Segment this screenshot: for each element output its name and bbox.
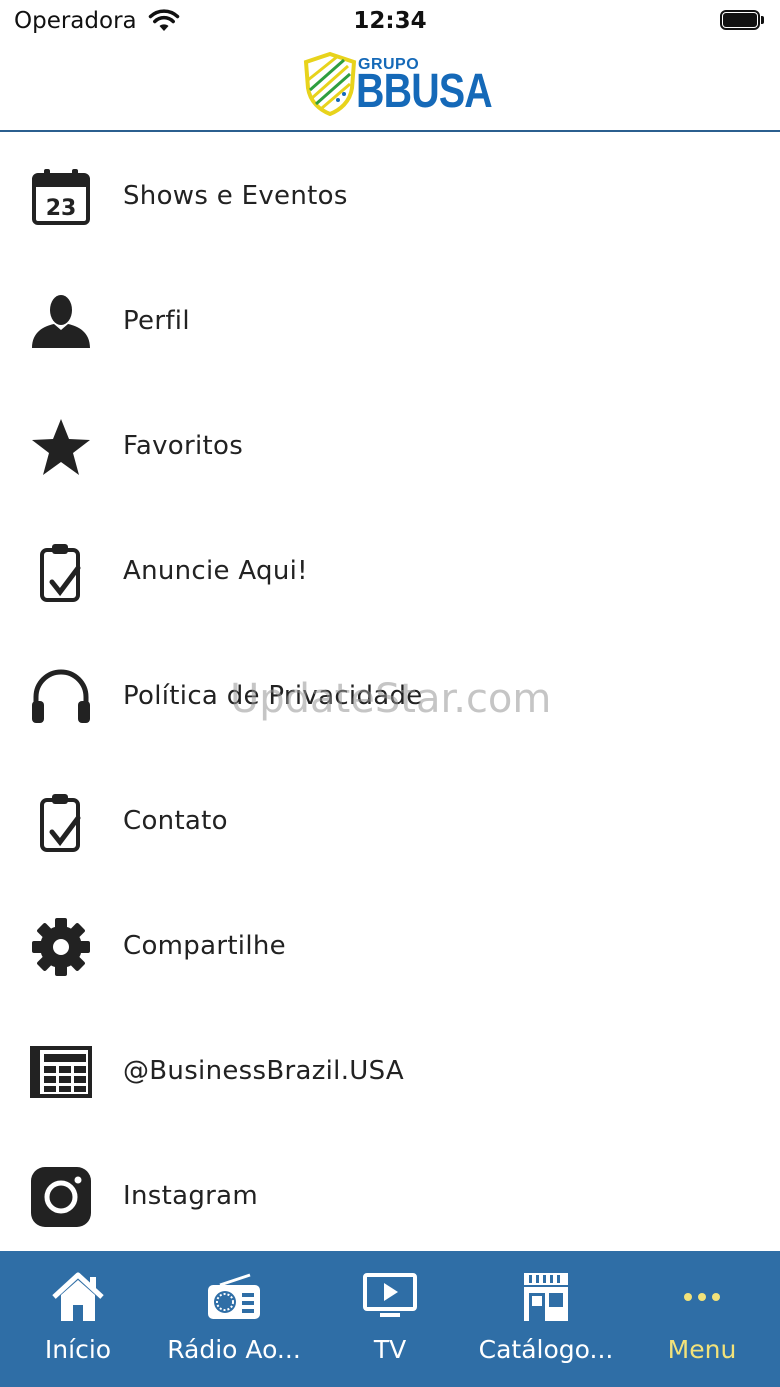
tab-label: Início: [44, 1335, 112, 1364]
tab-label: Menu: [667, 1335, 737, 1364]
menu-item-contato[interactable]: Contato: [0, 760, 780, 885]
menu-item-label: Política de Privacidade: [123, 681, 423, 711]
menu-item-favoritos[interactable]: Favoritos: [0, 385, 780, 510]
tab-label: TV: [373, 1335, 407, 1364]
menu-item-label: Favoritos: [123, 431, 244, 461]
shield-logo-icon: [303, 51, 357, 116]
menu-item-anuncie-aqui[interactable]: Anuncie Aqui!: [0, 510, 780, 635]
grupo-bbusa-logo: GRUPO BBUSA: [300, 50, 493, 122]
menu-item-label: @BusinessBrazil.USA: [123, 1056, 404, 1086]
tab-inicio[interactable]: Início: [0, 1251, 156, 1387]
clock: 12:34: [353, 8, 427, 34]
tab-tv[interactable]: TV: [312, 1251, 468, 1387]
menu-item-label: Contato: [123, 806, 228, 836]
menu-item-businessbrazil[interactable]: @BusinessBrazil.USA: [0, 1010, 780, 1135]
menu-item-label: Instagram: [123, 1181, 258, 1211]
menu-item-label: Anuncie Aqui!: [123, 556, 308, 586]
person-icon: [32, 295, 90, 348]
menu-item-instagram[interactable]: Instagram: [0, 1135, 780, 1260]
tab-catalogo[interactable]: Catálogo...: [468, 1251, 624, 1387]
tab-label: Rádio Ao...: [167, 1335, 301, 1364]
tab-radio[interactable]: Rádio Ao...: [156, 1251, 312, 1387]
menu-item-label: Compartilhe: [123, 931, 286, 961]
gear-icon: [32, 918, 90, 976]
clipboard-check-icon: [40, 544, 81, 602]
menu-item-compartilhe[interactable]: Compartilhe: [0, 885, 780, 1010]
menu-list: 23 Shows e Eventos Perfil Favoritos Anun…: [0, 135, 780, 1260]
tab-menu[interactable]: Menu: [624, 1251, 780, 1387]
star-icon: [32, 419, 90, 475]
clipboard-check-icon: [40, 794, 81, 852]
tab-label: Catálogo...: [478, 1335, 614, 1364]
tv-play-icon: [363, 1273, 417, 1317]
logo-text-big: BBUSA: [356, 65, 493, 118]
headphones-icon: [32, 669, 90, 723]
status-bar: Operadora 12:34: [0, 0, 780, 44]
app-header: GRUPO BBUSA: [0, 44, 780, 132]
menu-item-label: Shows e Eventos: [123, 181, 348, 211]
menu-item-perfil[interactable]: Perfil: [0, 260, 780, 385]
bottom-tab-bar: Início Rádio Ao... TV Catálogo... Menu: [0, 1251, 780, 1387]
storefront-icon: [524, 1273, 568, 1321]
newspaper-icon: [30, 1046, 92, 1098]
more-dots-icon: [684, 1293, 720, 1301]
menu-item-shows-eventos[interactable]: 23 Shows e Eventos: [0, 135, 780, 260]
radio-icon: [208, 1273, 260, 1319]
menu-item-label: Perfil: [123, 306, 190, 336]
calendar-day-number: 23: [46, 196, 77, 221]
menu-item-politica-privacidade[interactable]: Política de Privacidade: [0, 635, 780, 760]
calendar-icon: 23: [32, 169, 90, 225]
home-icon: [52, 1272, 104, 1321]
instagram-icon: [31, 1167, 91, 1227]
battery-icon: [720, 10, 766, 32]
